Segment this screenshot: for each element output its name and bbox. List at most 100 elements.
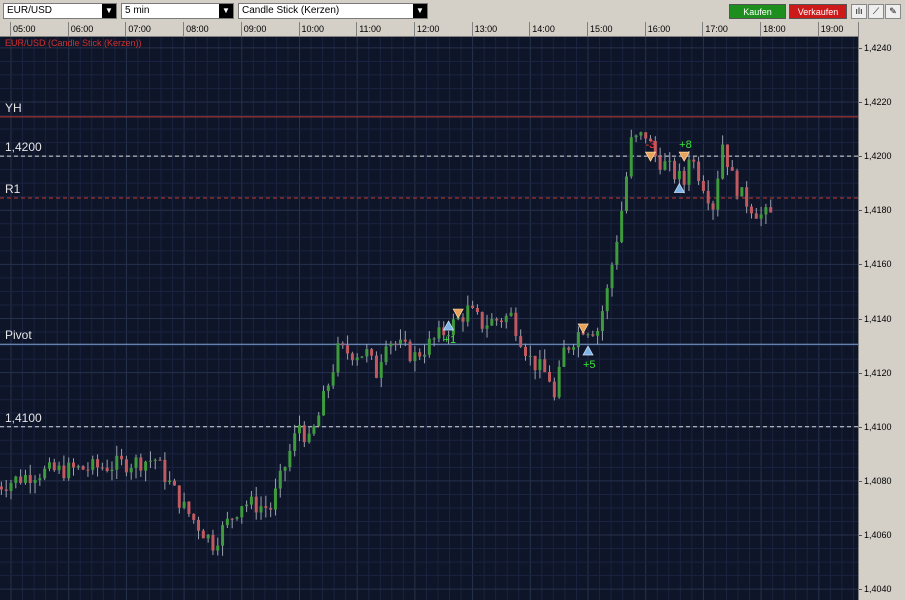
time-tick-label: 07:00 [128, 24, 151, 34]
time-tick-label: 14:00 [532, 24, 555, 34]
price-tick-label: 1,4240 [864, 42, 892, 53]
candle-body [605, 288, 609, 312]
trade-markers: +1 +5 -3 +8 [442, 139, 692, 371]
candle-body [663, 161, 667, 170]
candle-body [278, 470, 282, 489]
trade-result-label: +8 [679, 139, 692, 151]
candle-body [504, 315, 508, 323]
candle-body [221, 525, 225, 546]
candle-body [172, 480, 176, 486]
candle-body [331, 372, 335, 386]
sell-marker-icon[interactable] [644, 151, 657, 162]
candle-body [163, 459, 167, 483]
candle-body [19, 476, 23, 483]
candle-body [355, 357, 359, 361]
candle-body [110, 469, 114, 472]
time-tick-label: 15:00 [590, 24, 613, 34]
sell-button[interactable]: Verkaufen [789, 4, 847, 19]
candle-body [682, 170, 686, 185]
candle-body [134, 457, 138, 469]
candle-body [514, 312, 518, 337]
candle-body [620, 210, 624, 242]
candle-body [749, 206, 753, 214]
trade-result-label: -3 [646, 139, 656, 151]
candle-body [206, 534, 210, 539]
candle-body [610, 265, 614, 289]
candle-body [341, 343, 345, 346]
candle-body [523, 346, 527, 357]
chart-title: EUR/USD (Candle Stick (Kerzen)) [5, 38, 142, 48]
candle-body [576, 332, 580, 348]
pen-icon[interactable]: ✎ [885, 4, 901, 19]
candle-body [322, 390, 326, 416]
candle-body [639, 132, 643, 136]
candle-body [0, 486, 3, 490]
candle-body [759, 214, 763, 219]
candle-body [475, 307, 479, 313]
chart-style-select[interactable]: Candle Stick (Kerzen) ▼ [238, 3, 428, 19]
candle-body [673, 160, 677, 180]
candle-body [67, 462, 71, 479]
candle-body [336, 343, 340, 373]
candle-body [668, 160, 672, 162]
buy-marker-icon[interactable] [582, 345, 594, 356]
candle-body [418, 352, 422, 357]
time-tick-label: 10:00 [301, 24, 325, 34]
candle-body [754, 213, 758, 219]
candle-body [288, 450, 292, 468]
line-draw-icon[interactable]: ⟋ [868, 4, 884, 19]
candle-body [23, 475, 27, 483]
candles [0, 129, 773, 556]
price-tick [859, 318, 862, 320]
candle-body [533, 355, 537, 371]
candle-body [721, 144, 725, 179]
grid [0, 37, 858, 600]
candle-body [139, 457, 143, 471]
price-tick-label: 1,4100 [864, 421, 892, 432]
time-tick-label: 06:00 [70, 24, 94, 34]
interval-select[interactable]: 5 min ▼ [121, 3, 234, 19]
symbol-select[interactable]: EUR/USD ▼ [3, 3, 117, 19]
candle-body [389, 343, 393, 347]
candle-body [240, 506, 244, 518]
price-tick-label: 1,4120 [864, 367, 892, 378]
candle-body [197, 519, 201, 531]
candle-body [264, 506, 268, 508]
price-tick [859, 535, 862, 537]
candle-body [216, 545, 220, 551]
bars-icon[interactable]: ılı [851, 4, 867, 19]
candle-body [298, 425, 301, 434]
price-tick-label: 1,4140 [864, 313, 892, 324]
time-tick-label: 17:00 [705, 24, 728, 34]
candle-body [115, 455, 119, 470]
candle-body [471, 305, 475, 308]
candle-body [38, 478, 42, 480]
buy-button[interactable]: Kaufen [729, 4, 786, 19]
candle-body [413, 352, 417, 362]
candle-body [572, 347, 576, 350]
candle-body [28, 475, 32, 484]
candle-body [379, 362, 383, 378]
candle-body [350, 353, 354, 361]
candle-body [283, 467, 287, 471]
candle-body [634, 135, 638, 138]
chevron-down-icon[interactable]: ▼ [219, 4, 233, 18]
candle-body [96, 459, 100, 468]
chevron-down-icon[interactable]: ▼ [413, 4, 427, 18]
candle-body [293, 433, 297, 451]
candle-body [81, 466, 85, 470]
candle-body [677, 170, 681, 180]
candle-body [725, 144, 729, 168]
candle-body [33, 479, 37, 484]
candle-body [394, 343, 398, 345]
price-tick-label: 1,4220 [864, 96, 892, 107]
sell-marker-icon[interactable] [452, 308, 464, 319]
candle-body [432, 338, 436, 340]
chevron-down-icon[interactable]: ▼ [102, 4, 116, 18]
time-tick-label: 05:00 [13, 24, 36, 34]
time-tick-label: 19:00 [820, 24, 844, 34]
candle-body [543, 359, 547, 372]
buy-marker-icon[interactable] [673, 182, 685, 193]
candle-body [62, 465, 66, 479]
candle-body [57, 465, 61, 471]
